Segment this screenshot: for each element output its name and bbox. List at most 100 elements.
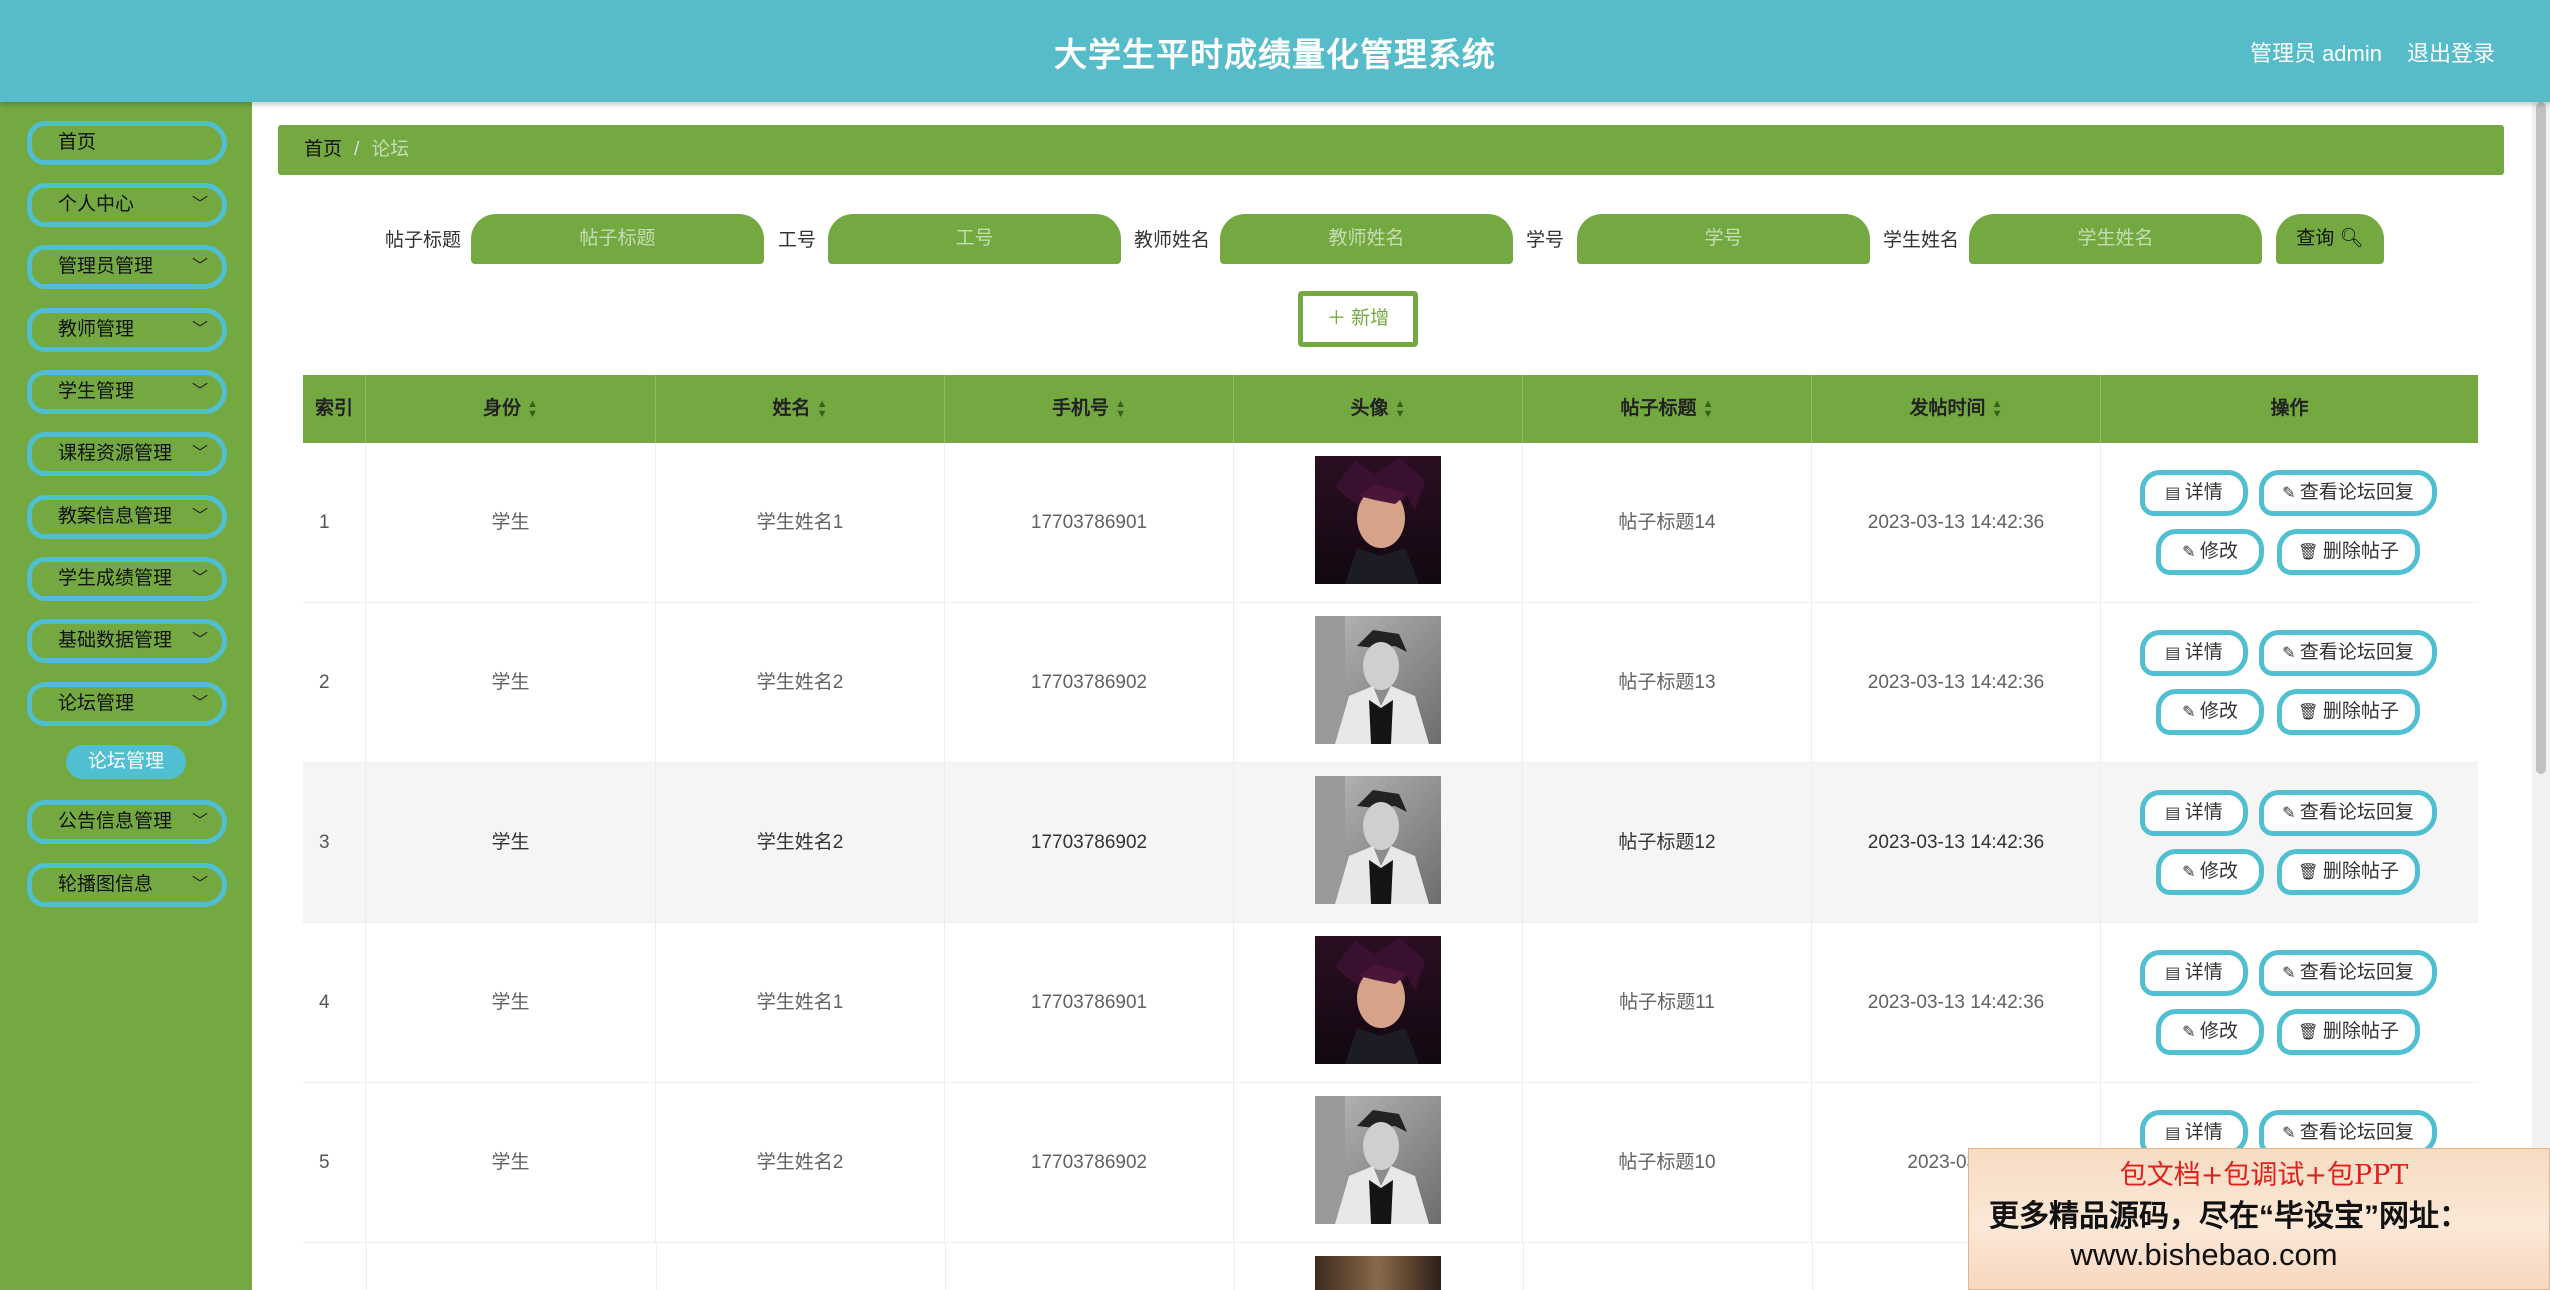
- avatar[interactable]: [1315, 456, 1441, 584]
- delete-button[interactable]: 🗑︎ 删除帖子: [2277, 529, 2420, 575]
- sort-icon[interactable]: ▲ ▼: [1115, 398, 1126, 419]
- sidebar-item-carousel[interactable]: 轮播图信息 ﹀: [27, 863, 227, 907]
- sidebar-item-profile[interactable]: 个人中心 ﹀: [27, 183, 227, 227]
- cell-title: 帖子标题11: [1523, 923, 1812, 1083]
- sidebar-item-lesson-plans[interactable]: 教案信息管理 ﹀: [27, 495, 227, 539]
- cell-divider: [366, 1243, 367, 1290]
- scrollbar-thumb[interactable]: [2536, 102, 2546, 774]
- detail-button[interactable]: ▤ 详情: [2140, 790, 2248, 836]
- col-avatar[interactable]: 头像 ▲ ▼: [1234, 375, 1523, 443]
- delete-button[interactable]: 🗑︎ 删除帖子: [2277, 849, 2420, 895]
- cell-divider: [1234, 1243, 1235, 1290]
- col-name[interactable]: 姓名 ▲ ▼: [656, 375, 945, 443]
- col-actions-label: 操作: [2270, 398, 2309, 419]
- top-header: 大学生平时成绩量化管理系统 管理员 admin 退出登录: [0, 0, 2550, 102]
- detail-button-label: 详情: [2184, 802, 2223, 823]
- sidebar-item-grades[interactable]: 学生成绩管理 ﹀: [27, 557, 227, 601]
- sidebar-item-admins[interactable]: 管理员管理 ﹀: [27, 245, 227, 289]
- delete-button[interactable]: 🗑︎ 删除帖子: [2277, 1009, 2420, 1055]
- trash-icon: 🗑︎: [2298, 544, 2323, 561]
- chevron-down-icon: ﹀: [191, 196, 208, 213]
- cell-name: 学生姓名2: [656, 763, 945, 923]
- col-phone[interactable]: 手机号 ▲ ▼: [945, 375, 1234, 443]
- edit-button[interactable]: ✎ 修改: [2156, 849, 2264, 895]
- sidebar-item-announcements[interactable]: 公告信息管理 ﹀: [27, 800, 227, 844]
- breadcrumb-home[interactable]: 首页: [304, 139, 342, 160]
- view-reply-button[interactable]: ✎ 查看论坛回复: [2259, 630, 2437, 676]
- sidebar-item-label: 首页: [58, 132, 97, 153]
- sort-icon[interactable]: ▲ ▼: [1992, 398, 2003, 419]
- sort-icon[interactable]: ▲ ▼: [527, 398, 538, 419]
- col-post-time[interactable]: 发帖时间 ▲ ▼: [1812, 375, 2101, 443]
- chevron-down-icon: ﹀: [191, 383, 208, 400]
- cell-divider: [945, 1243, 946, 1290]
- sidebar-item-home[interactable]: 首页: [27, 121, 227, 165]
- view-reply-button[interactable]: ✎ 查看论坛回复: [2259, 950, 2437, 996]
- pencil-icon: ✎: [2182, 864, 2200, 881]
- detail-button[interactable]: ▤ 详情: [2140, 470, 2248, 516]
- post-title-input[interactable]: [471, 214, 764, 264]
- page-scrollbar[interactable]: [2532, 102, 2550, 1290]
- sort-icon[interactable]: ▲ ▼: [1703, 398, 1714, 419]
- edit-button-label: 修改: [2199, 701, 2238, 722]
- cell-index: 5: [303, 1083, 366, 1243]
- logout-link[interactable]: 退出登录: [2407, 36, 2495, 68]
- sort-icon[interactable]: ▲ ▼: [817, 398, 828, 419]
- sidebar-item-course-resources[interactable]: 课程资源管理 ﹀: [27, 432, 227, 476]
- view-reply-button[interactable]: ✎ 查看论坛回复: [2259, 470, 2437, 516]
- document-icon: ▤: [2165, 805, 2185, 822]
- student-name-input[interactable]: [1969, 214, 2262, 264]
- edit-button[interactable]: ✎ 修改: [2156, 529, 2264, 575]
- view-reply-button[interactable]: ✎ 查看论坛回复: [2259, 790, 2437, 836]
- edit-button[interactable]: ✎ 修改: [2156, 689, 2264, 735]
- sidebar-item-label: 轮播图信息: [58, 874, 154, 895]
- cell-time: 2023-03-13 14:42:36: [1812, 923, 2101, 1083]
- add-button[interactable]: ＋ 新增: [1298, 291, 1418, 347]
- sort-icon[interactable]: ▲ ▼: [1395, 398, 1406, 419]
- avatar[interactable]: [1315, 1096, 1441, 1224]
- sidebar-subitem-forum-manage[interactable]: 论坛管理: [66, 745, 186, 779]
- sidebar-item-forum[interactable]: 论坛管理 ﹀: [27, 682, 227, 726]
- document-icon: ▤: [2165, 1125, 2185, 1142]
- ad-line-1: 包文档+包调试+包PPT: [2119, 1160, 2409, 1191]
- view-reply-button-label: 查看论坛回复: [2299, 642, 2414, 663]
- breadcrumb-current: 论坛: [371, 139, 410, 160]
- detail-button[interactable]: ▤ 详情: [2140, 950, 2248, 996]
- avatar[interactable]: [1315, 616, 1441, 744]
- detail-button[interactable]: ▤ 详情: [2140, 630, 2248, 676]
- view-reply-button-label: 查看论坛回复: [2299, 482, 2414, 503]
- pencil-icon: ✎: [2282, 645, 2300, 662]
- avatar[interactable]: [1315, 1256, 1441, 1290]
- pencil-icon: ✎: [2282, 485, 2300, 502]
- cell-divider: [1812, 1243, 1813, 1290]
- cell-phone: 17703786901: [945, 923, 1234, 1083]
- edit-button-label: 修改: [2199, 1021, 2238, 1042]
- delete-button-label: 删除帖子: [2322, 541, 2399, 562]
- breadcrumb-separator: /: [354, 139, 360, 160]
- avatar[interactable]: [1315, 936, 1441, 1064]
- avatar[interactable]: [1315, 776, 1441, 904]
- delete-button-label: 删除帖子: [2322, 1021, 2399, 1042]
- col-post-title[interactable]: 帖子标题 ▲ ▼: [1523, 375, 1812, 443]
- sidebar-item-base-data[interactable]: 基础数据管理 ﹀: [27, 619, 227, 663]
- cell-title: 帖子标题14: [1523, 443, 1812, 603]
- sidebar-item-teachers[interactable]: 教师管理 ﹀: [27, 308, 227, 352]
- sidebar-item-students[interactable]: 学生管理 ﹀: [27, 370, 227, 414]
- sidebar-item-label: 管理员管理: [58, 256, 154, 277]
- teacher-name-input[interactable]: [1220, 214, 1513, 264]
- query-button[interactable]: 查询 🔍︎: [2276, 214, 2384, 264]
- col-role[interactable]: 身份 ▲ ▼: [366, 375, 656, 443]
- document-icon: ▤: [2165, 485, 2185, 502]
- cell-name: 学生姓名1: [656, 443, 945, 603]
- detail-button-label: 详情: [2184, 642, 2223, 663]
- edit-button[interactable]: ✎ 修改: [2156, 1009, 2264, 1055]
- cell-title: 帖子标题10: [1523, 1083, 1812, 1243]
- student-id-input[interactable]: [1577, 214, 1870, 264]
- delete-button[interactable]: 🗑︎ 删除帖子: [2277, 689, 2420, 735]
- search-icon: 🔍︎: [2339, 228, 2364, 249]
- staff-id-input[interactable]: [828, 214, 1121, 264]
- actions-cell: ▤ 详情 ✎ 查看论坛回复 ✎ 修改 🗑︎ 删除帖子: [2101, 443, 2478, 603]
- actions-cell: ▤ 详情 ✎ 查看论坛回复 ✎ 修改 🗑︎ 删除帖子: [2101, 763, 2478, 923]
- chevron-down-icon: ﹀: [191, 632, 208, 649]
- sidebar-item-label: 教师管理: [58, 319, 135, 340]
